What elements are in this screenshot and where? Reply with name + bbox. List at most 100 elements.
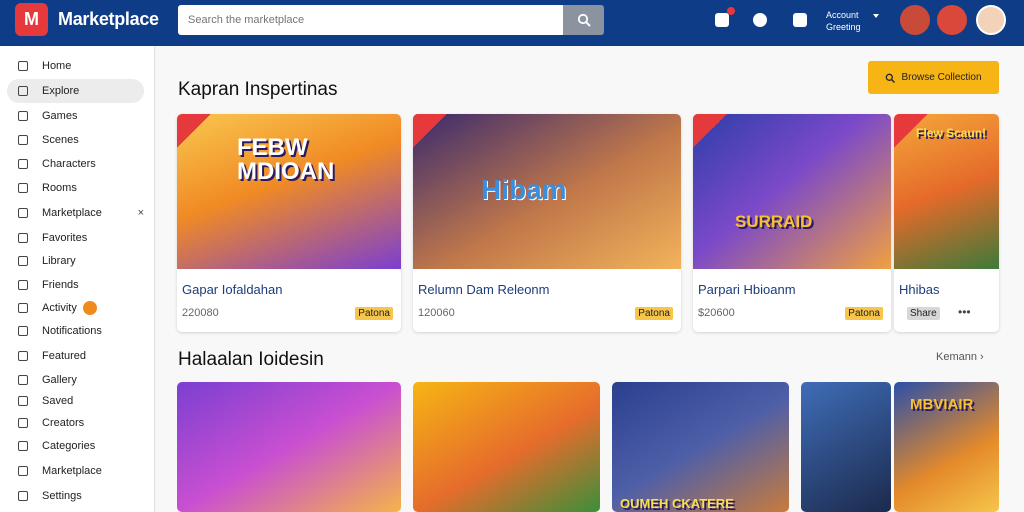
card-title[interactable]: Gapar Iofaldahan — [182, 282, 282, 297]
card-price: 220080 — [182, 307, 219, 319]
chat-icon — [793, 13, 807, 27]
sidebar-item-label: Saved — [42, 395, 74, 407]
search-button[interactable] — [563, 5, 604, 35]
see-more-link[interactable]: Kemann › — [936, 351, 984, 363]
product-card[interactable]: SURRAID Parpari Hbioanm $20600 Patona — [693, 114, 891, 332]
character-icon — [18, 159, 28, 169]
sidebar-item[interactable]: Favorites — [7, 226, 144, 250]
search-bar — [178, 5, 563, 35]
notification-badge — [82, 301, 97, 315]
sidebar-item[interactable]: Characters — [7, 152, 144, 176]
sidebar-item[interactable]: Rooms — [7, 176, 144, 200]
market-icon — [18, 466, 28, 476]
card-thumbnail[interactable]: Hibam — [413, 114, 681, 269]
card-price: 120060 — [418, 307, 455, 319]
user-avatar[interactable] — [976, 5, 1006, 35]
store-icon — [18, 208, 28, 218]
sidebar-item-label: Home — [42, 60, 72, 72]
card-title[interactable]: Parpari Hbioanm — [698, 282, 796, 297]
search-input[interactable] — [178, 5, 563, 35]
settings-icon — [18, 491, 28, 501]
product-card[interactable]: Flew Scaun! Hhibas Share ••• — [894, 114, 999, 332]
tile-title: OUMEH CKATERE — [620, 496, 734, 511]
upload-icon — [715, 13, 729, 27]
product-card[interactable]: Hibam Relumn Dam Releonm 120060 Patona — [413, 114, 681, 332]
search-icon — [886, 73, 896, 83]
sidebar-item-label: Featured — [42, 350, 87, 362]
card-thumbnail[interactable]: Flew Scaun! — [894, 114, 999, 269]
game-tile[interactable] — [177, 382, 401, 512]
avatar-friend-1[interactable] — [900, 5, 930, 35]
sidebar-item-label: Characters — [42, 158, 96, 170]
thumbnail-title: Flew Scaun! — [916, 126, 987, 140]
ribbon-badge — [177, 114, 211, 148]
messages-button[interactable] — [750, 10, 770, 30]
card-title[interactable]: Relumn Dam Releonm — [418, 282, 550, 297]
gallery-icon — [18, 375, 28, 385]
logo-icon[interactable]: M — [15, 3, 48, 36]
card-title[interactable]: Hhibas — [899, 282, 939, 297]
section-title-featured: Kapran Inspertinas — [178, 79, 338, 100]
activity-icon — [18, 303, 28, 313]
sidebar-item[interactable]: Featured — [7, 344, 144, 368]
browse-button[interactable]: Browse Collection — [868, 61, 999, 94]
see-more-label: Kemann — [936, 351, 977, 363]
sidebar-item[interactable]: Activity — [7, 296, 144, 320]
product-card[interactable]: FEBW MDIOAN Gapar Iofaldahan 220080 Pato… — [177, 114, 401, 332]
sidebar-item[interactable]: Friends — [7, 273, 144, 297]
game-tile[interactable] — [413, 382, 600, 512]
account-line1: Account — [826, 10, 859, 20]
sidebar-item[interactable]: Games — [7, 104, 144, 128]
card-thumbnail[interactable]: SURRAID — [693, 114, 891, 269]
sidebar-item-label: Games — [42, 110, 78, 122]
message-icon — [753, 13, 767, 27]
sidebar-item-label: Marketplace — [42, 465, 102, 477]
sidebar-item[interactable]: Explore — [7, 79, 144, 103]
sidebar-item-label: Favorites — [42, 232, 88, 244]
sidebar-item-label: Friends — [42, 279, 79, 291]
browse-button-label: Browse Collection — [901, 72, 982, 83]
star-icon — [18, 351, 28, 361]
sidebar-item[interactable]: Settings — [7, 484, 144, 508]
card-tag: Patona — [355, 307, 393, 320]
sidebar-item[interactable]: Marketplace × — [7, 201, 144, 225]
scene-icon — [18, 135, 28, 145]
sidebar-item[interactable]: Scenes — [7, 128, 144, 152]
sidebar-item[interactable]: Creators — [7, 411, 144, 435]
sidebar-item-label: Scenes — [42, 134, 79, 146]
thumbnail-title: Hibam — [481, 174, 567, 205]
card-thumbnail[interactable]: FEBW MDIOAN — [177, 114, 401, 269]
thumbnail-title: FEBW MDIOAN — [237, 134, 335, 185]
ribbon-badge — [693, 114, 727, 148]
share-tag[interactable]: Share — [907, 307, 940, 320]
card-tag: Patona — [845, 307, 883, 320]
gamepad-icon — [18, 111, 28, 121]
sidebar-item[interactable]: Categories — [7, 434, 144, 458]
bell-icon — [18, 326, 28, 336]
game-tile[interactable] — [801, 382, 891, 512]
ribbon-badge — [413, 114, 447, 148]
sidebar-item[interactable]: Saved — [7, 389, 144, 413]
sidebar-item[interactable]: Marketplace — [7, 459, 144, 483]
game-tile[interactable]: MBVIAIR — [894, 382, 999, 512]
sidebar-item-label: Notifications — [42, 325, 102, 337]
sidebar-item[interactable]: Library — [7, 249, 144, 273]
brand-name[interactable]: Marketplace — [58, 9, 159, 30]
game-tile[interactable]: OUMEH CKATERE — [612, 382, 789, 512]
sidebar-item[interactable]: Home — [7, 54, 144, 78]
account-menu[interactable]: Account Greeting — [826, 9, 861, 33]
notification-dot — [727, 7, 735, 15]
close-icon[interactable]: × — [138, 207, 144, 219]
sidebar-item-label: Categories — [42, 440, 96, 452]
room-icon — [18, 183, 28, 193]
library-icon — [18, 256, 28, 266]
card-price: $20600 — [698, 307, 735, 319]
upload-button[interactable] — [712, 7, 735, 30]
search-icon — [577, 13, 591, 27]
avatar-friend-2[interactable] — [937, 5, 967, 35]
more-options-icon[interactable]: ••• — [958, 305, 971, 319]
sidebar-item[interactable]: Notifications — [7, 319, 144, 343]
top-header: M Marketplace Account Greeting — [0, 0, 1024, 46]
chevron-down-icon[interactable] — [873, 14, 879, 18]
chat-button[interactable] — [790, 10, 810, 30]
